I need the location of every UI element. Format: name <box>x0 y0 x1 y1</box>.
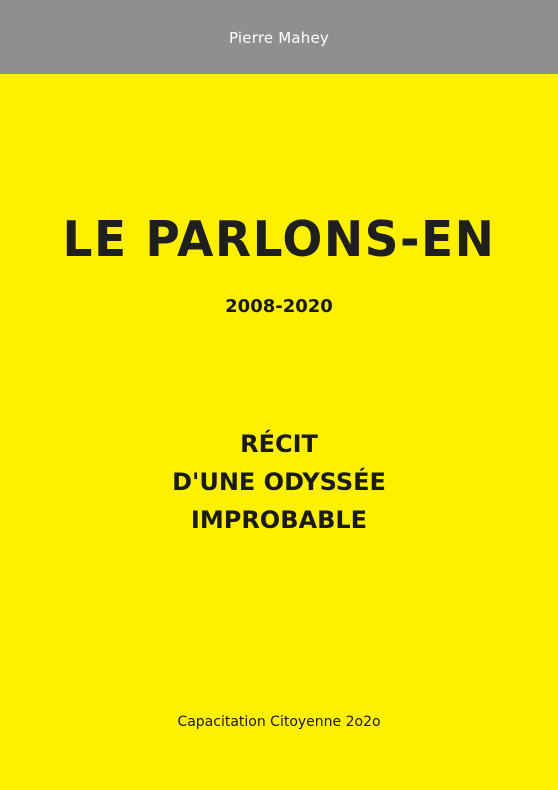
publisher-name: Capacitation Citoyenne 2o2o <box>177 714 381 730</box>
book-subtitle: RÉCIT D'UNE ODYSSÉE IMPROBABLE <box>0 425 558 539</box>
subtitle-line: RÉCIT <box>240 430 318 458</box>
subtitle-line: D'UNE ODYSSÉE <box>172 468 386 496</box>
author-bar: Pierre Mahey <box>0 0 558 74</box>
subtitle-line: IMPROBABLE <box>190 506 368 534</box>
author-name: Pierre Mahey <box>229 29 329 47</box>
book-title: LE PARLONS-EN <box>62 210 496 269</box>
book-cover: Pierre Mahey LE PARLONS-EN 2008-2020 RÉC… <box>0 0 558 790</box>
book-years: 2008-2020 <box>225 296 333 317</box>
